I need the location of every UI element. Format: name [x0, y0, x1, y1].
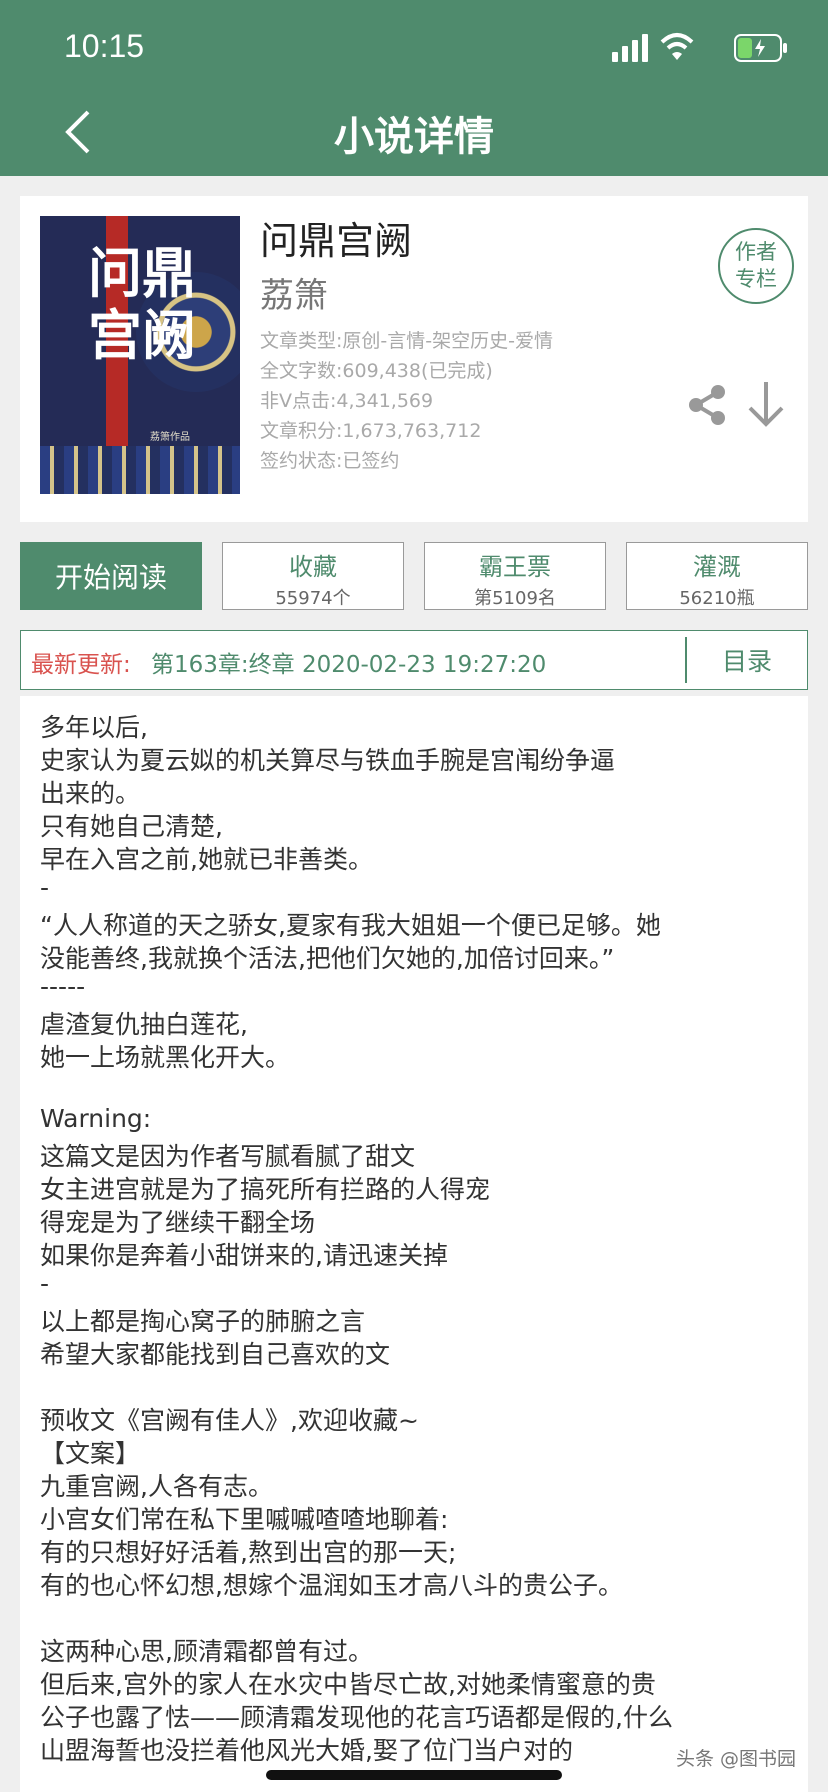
- desc-line: 没能善终,我就换个活法,把他们欠她的,加倍讨回来。”: [40, 944, 615, 973]
- top-bar: 10:15 小说详情: [0, 0, 828, 176]
- share-icon[interactable]: [686, 384, 728, 426]
- overlord-rank: 第5109名: [474, 588, 556, 609]
- wifi-icon: [660, 33, 694, 60]
- desc-line: 只有她自己清楚,: [40, 812, 223, 841]
- author-column-line2: 专栏: [735, 267, 777, 291]
- latest-chapter-link[interactable]: 第163章:终章 2020-02-23 19:27:20: [151, 645, 546, 679]
- latest-update-label: 最新更新:: [31, 652, 131, 678]
- favorite-count: 55974个: [275, 588, 351, 609]
- desc-line: 史家认为夏云姒的机关算尽与铁血手腕是宫闱纷争逼: [40, 746, 616, 775]
- battery-icon: [734, 34, 787, 62]
- desc-line: 出来的。: [40, 779, 141, 808]
- start-reading-button[interactable]: 开始阅读: [20, 542, 202, 610]
- meta-contract: 签约状态:已签约: [260, 450, 400, 472]
- meta-score: 文章积分:1,673,763,712: [260, 420, 482, 442]
- desc-line: 小宫女们常在私下里嘁嘁喳喳地聊着:: [40, 1505, 449, 1534]
- favorite-label: 收藏: [289, 553, 337, 581]
- book-info-card: 问鼎宫阙 荔箫作品 问鼎宫阙 荔箫 文章类型:原创-言情-架空历史-爱情 全文字…: [20, 196, 808, 522]
- latest-update-bar[interactable]: 最新更新: 第163章:终章 2020-02-23 19:27:20 目录: [20, 630, 808, 690]
- desc-line: 虐渣复仇抽白莲花,: [40, 1010, 248, 1039]
- desc-line: 预收文《宫阙有佳人》,欢迎收藏~: [40, 1406, 419, 1435]
- desc-line: 但后来,宫外的家人在水灾中皆尽亡故,对她柔情蜜意的贵: [40, 1670, 656, 1699]
- meta-word-count: 全文字数:609,438(已完成): [260, 360, 493, 382]
- desc-line: 多年以后,: [40, 713, 148, 742]
- desc-line: 九重宫阙,人各有志。: [40, 1472, 273, 1501]
- catalog-button[interactable]: 目录: [687, 631, 807, 689]
- book-cover[interactable]: 问鼎宫阙 荔箫作品: [40, 216, 240, 494]
- page-title: 小说详情: [334, 114, 494, 160]
- desc-line: 【文案】: [40, 1439, 141, 1468]
- desc-line: 有的也心怀幻想,想嫁个温润如玉才高八斗的贵公子。: [40, 1571, 623, 1600]
- home-indicator[interactable]: [266, 1770, 562, 1780]
- desc-line: 有的只想好好活着,熬到出宫的那一天;: [40, 1538, 457, 1567]
- overlord-label: 霸王票: [479, 553, 551, 581]
- book-author[interactable]: 荔箫: [260, 268, 328, 317]
- desc-line: 这篇文是因为作者写腻看腻了甜文: [40, 1142, 416, 1171]
- nutrition-label: 灌溉: [693, 553, 741, 581]
- desc-line: -----: [40, 972, 86, 1001]
- desc-line: -: [40, 1269, 50, 1298]
- meta-category: 文章类型:原创-言情-架空历史-爱情: [260, 330, 553, 352]
- desc-line: Warning:: [40, 1104, 152, 1133]
- overlord-ticket-button[interactable]: 霸王票 第5109名: [424, 542, 606, 610]
- cover-title: 问鼎宫阙: [88, 241, 196, 367]
- desc-line: 她一上场就黑化开大。: [40, 1043, 291, 1072]
- desc-line: -: [40, 873, 50, 902]
- desc-line: “人人称道的天之骄女,夏家有我大姐姐一个便已足够。她: [40, 911, 661, 940]
- desc-line: 希望大家都能找到自己喜欢的文: [40, 1340, 391, 1369]
- desc-line: 早在入宫之前,她就已非善类。: [40, 845, 373, 874]
- nutrition-count: 56210瓶: [679, 588, 755, 609]
- author-column-line1: 作者: [735, 240, 777, 264]
- download-icon[interactable]: [746, 380, 786, 428]
- desc-line: 山盟海誓也没拦着他风光大婚,娶了位门当户对的: [40, 1736, 573, 1765]
- desc-line: 如果你是奔着小甜饼来的,请迅速关掉: [40, 1241, 448, 1270]
- author-column-button[interactable]: 作者 专栏: [718, 228, 794, 304]
- nutrition-button[interactable]: 灌溉 56210瓶: [626, 542, 808, 610]
- cover-author: 荔箫作品: [150, 432, 190, 443]
- book-description: 多年以后, 史家认为夏云姒的机关算尽与铁血手腕是宫闱纷争逼 出来的。 只有她自己…: [20, 696, 808, 1792]
- desc-line: 公子也露了怯——顾清霜发现他的花言巧语都是假的,什么: [40, 1703, 673, 1732]
- watermark: 头条 @图书园: [676, 1748, 797, 1770]
- desc-line: 以上都是掏心窝子的肺腑之言: [40, 1307, 366, 1336]
- status-time: 10:15: [64, 28, 145, 64]
- desc-line: 女主进宫就是为了搞死所有拦路的人得宠: [40, 1175, 491, 1204]
- desc-line: 得宠是为了继续干翻全场: [40, 1208, 316, 1237]
- favorite-button[interactable]: 收藏 55974个: [222, 542, 404, 610]
- signal-icon: [612, 34, 648, 62]
- meta-clicks: 非V点击:4,341,569: [260, 390, 434, 412]
- book-title: 问鼎宫阙: [260, 219, 413, 263]
- desc-line: 这两种心思,顾清霜都曾有过。: [40, 1637, 373, 1666]
- cover-pattern: [40, 446, 240, 494]
